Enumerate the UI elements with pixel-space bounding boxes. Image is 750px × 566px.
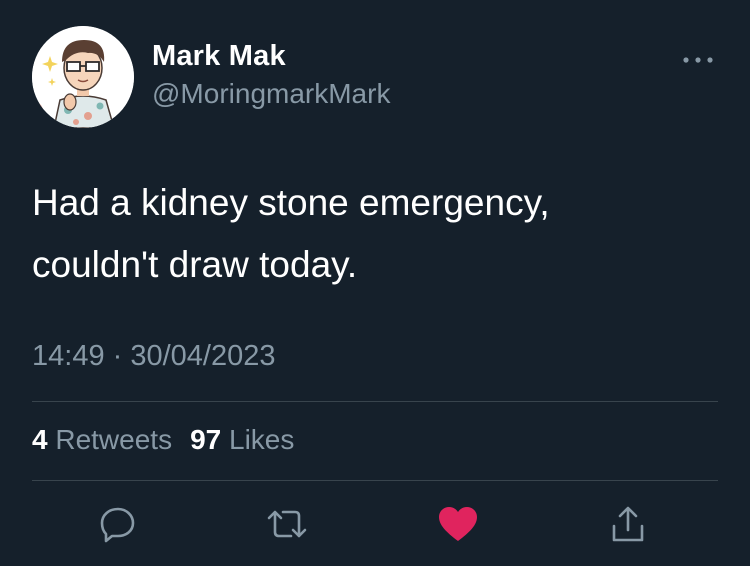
- author-handle[interactable]: @MoringmarkMark: [152, 78, 390, 110]
- avatar-illustration: [32, 26, 134, 128]
- share-icon: [612, 506, 644, 542]
- likes-stat[interactable]: 97 Likes: [190, 424, 294, 455]
- heart-icon: [439, 507, 477, 541]
- avatar[interactable]: [32, 26, 134, 128]
- author-display-name[interactable]: Mark Mak: [152, 40, 286, 73]
- more-horizontal-icon: [683, 57, 713, 63]
- tweet-text-line: couldn't draw today.: [32, 244, 358, 285]
- retweets-stat[interactable]: 4 Retweets: [32, 424, 172, 455]
- reply-button[interactable]: [96, 502, 140, 546]
- tweet-card: Mark Mak @MoringmarkMark Had a kidney st…: [0, 0, 750, 566]
- likes-label: Likes: [229, 424, 295, 455]
- tweet-timestamp[interactable]: 14:49 · 30/04/2023: [32, 340, 275, 373]
- likes-count: 97: [190, 424, 222, 455]
- retweet-icon: [267, 510, 307, 538]
- tweet-stats: 4 Retweets 97 Likes: [32, 424, 294, 456]
- divider: [32, 401, 718, 402]
- more-options-button[interactable]: [678, 48, 718, 72]
- divider: [32, 480, 718, 481]
- reply-icon: [100, 507, 135, 543]
- retweets-label: Retweets: [55, 424, 173, 455]
- retweets-count: 4: [32, 424, 48, 455]
- retweet-button[interactable]: [265, 502, 309, 546]
- share-button[interactable]: [606, 502, 650, 546]
- tweet-text-line: Had a kidney stone emergency,: [32, 182, 550, 223]
- like-button[interactable]: [436, 502, 480, 546]
- tweet-text: Had a kidney stone emergency, couldn't d…: [32, 172, 722, 296]
